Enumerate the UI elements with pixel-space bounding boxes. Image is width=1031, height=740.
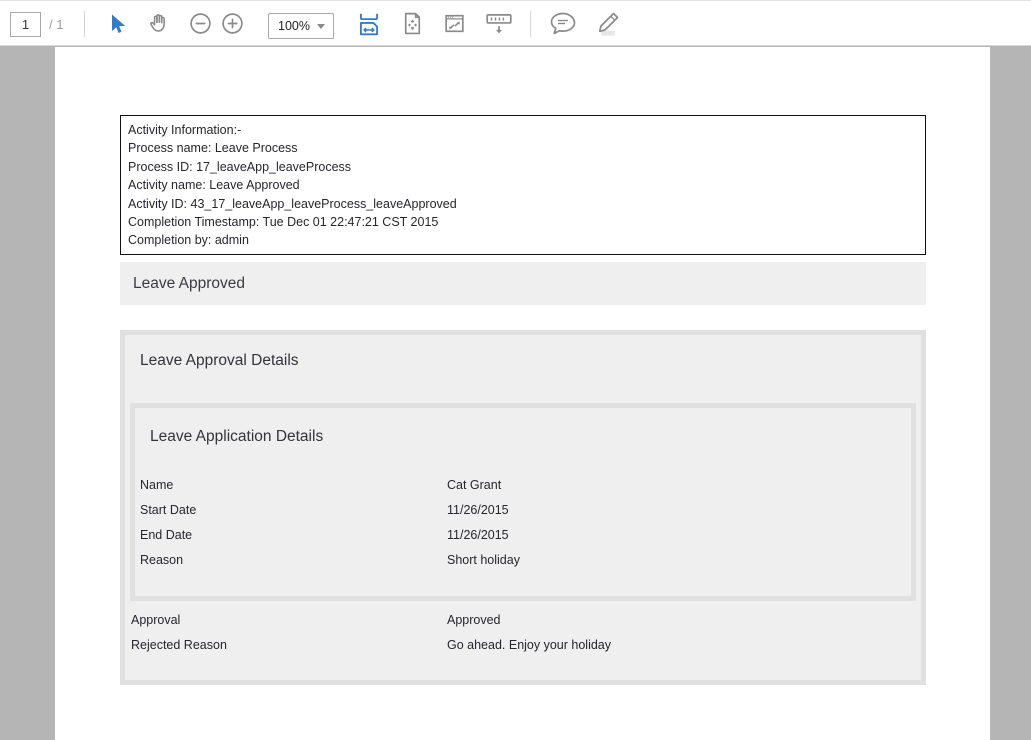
field-row: Reason Short holiday — [135, 553, 905, 570]
field-value: Go ahead. Enjoy your holiday — [447, 638, 611, 652]
field-row: Name Cat Grant — [135, 478, 905, 495]
activity-info-line: Process name: Leave Process — [128, 139, 925, 157]
field-label: End Date — [140, 528, 192, 542]
dock-toolbar-down-icon — [484, 11, 514, 40]
toolbar-divider — [84, 11, 85, 37]
field-value: 11/26/2015 — [447, 528, 509, 542]
pdf-viewer-window: / 1 — [0, 0, 1031, 740]
cursor-arrow-icon — [105, 12, 129, 39]
page-count-label: / 1 — [49, 17, 63, 32]
leave-application-details-panel: Leave Application Details Name Cat Grant… — [130, 403, 916, 601]
zoom-out-button[interactable] — [186, 12, 214, 38]
activity-info-line: Activity name: Leave Approved — [128, 176, 925, 194]
expand-window-button[interactable] — [440, 12, 468, 38]
activity-info-line: Activity Information:- — [128, 121, 925, 139]
comment-button[interactable] — [546, 12, 580, 38]
fit-width-icon — [356, 11, 382, 40]
field-row: Approval Approved — [125, 613, 895, 630]
field-label: Rejected Reason — [131, 638, 227, 652]
fit-page-button[interactable] — [398, 12, 426, 38]
activity-info-line: Activity ID: 43_17_leaveApp_leaveProcess… — [128, 195, 925, 213]
field-value: Short holiday — [447, 553, 520, 567]
panel-title: Leave Application Details — [150, 428, 323, 446]
field-label: Start Date — [140, 503, 196, 517]
zoom-in-icon — [220, 11, 245, 39]
field-label: Name — [140, 478, 173, 492]
leave-approval-details-panel: Leave Approval Details Leave Application… — [120, 330, 926, 685]
field-value: 11/26/2015 — [447, 503, 509, 517]
activity-info-line: Process ID: 17_leaveApp_leaveProcess — [128, 158, 925, 176]
comment-bubble-icon — [547, 10, 579, 41]
field-label: Approval — [131, 613, 180, 627]
field-row: End Date 11/26/2015 — [135, 528, 905, 545]
activity-info-line: Completion Timestamp: Tue Dec 01 22:47:2… — [128, 213, 925, 231]
page-number-input[interactable] — [10, 12, 41, 37]
pdf-toolbar: / 1 — [0, 0, 1031, 46]
pdf-page: Activity Information:- Process name: Lea… — [55, 47, 990, 740]
zoom-level-value: 100% — [269, 19, 317, 33]
fit-width-button[interactable] — [355, 12, 383, 38]
chevron-down-icon — [317, 24, 325, 29]
section-header-leave-approved: Leave Approved — [120, 262, 926, 305]
pencil-icon — [589, 10, 623, 41]
toolbar-divider — [530, 11, 531, 37]
dock-toolbar-button[interactable] — [482, 12, 516, 38]
field-label: Reason — [140, 553, 183, 567]
document-area[interactable]: Activity Information:- Process name: Lea… — [0, 47, 1031, 740]
fit-page-icon — [400, 11, 425, 39]
field-row: Start Date 11/26/2015 — [135, 503, 905, 520]
activity-info-line: Completion by: admin — [128, 231, 925, 249]
field-row: Rejected Reason Go ahead. Enjoy your hol… — [125, 638, 895, 655]
pan-tool-button[interactable] — [144, 12, 172, 38]
zoom-level-dropdown[interactable]: 100% — [268, 13, 334, 39]
activity-information-box: Activity Information:- Process name: Lea… — [120, 115, 926, 255]
field-value: Approved — [447, 613, 501, 627]
expand-window-icon — [442, 11, 467, 39]
panel-title: Leave Approval Details — [140, 352, 299, 370]
section-title: Leave Approved — [133, 275, 245, 293]
zoom-in-button[interactable] — [218, 12, 246, 38]
zoom-out-icon — [188, 11, 213, 39]
field-value: Cat Grant — [447, 478, 501, 492]
draw-highlight-button[interactable] — [588, 12, 624, 38]
hand-icon — [146, 11, 171, 39]
select-tool-button[interactable] — [103, 12, 131, 38]
